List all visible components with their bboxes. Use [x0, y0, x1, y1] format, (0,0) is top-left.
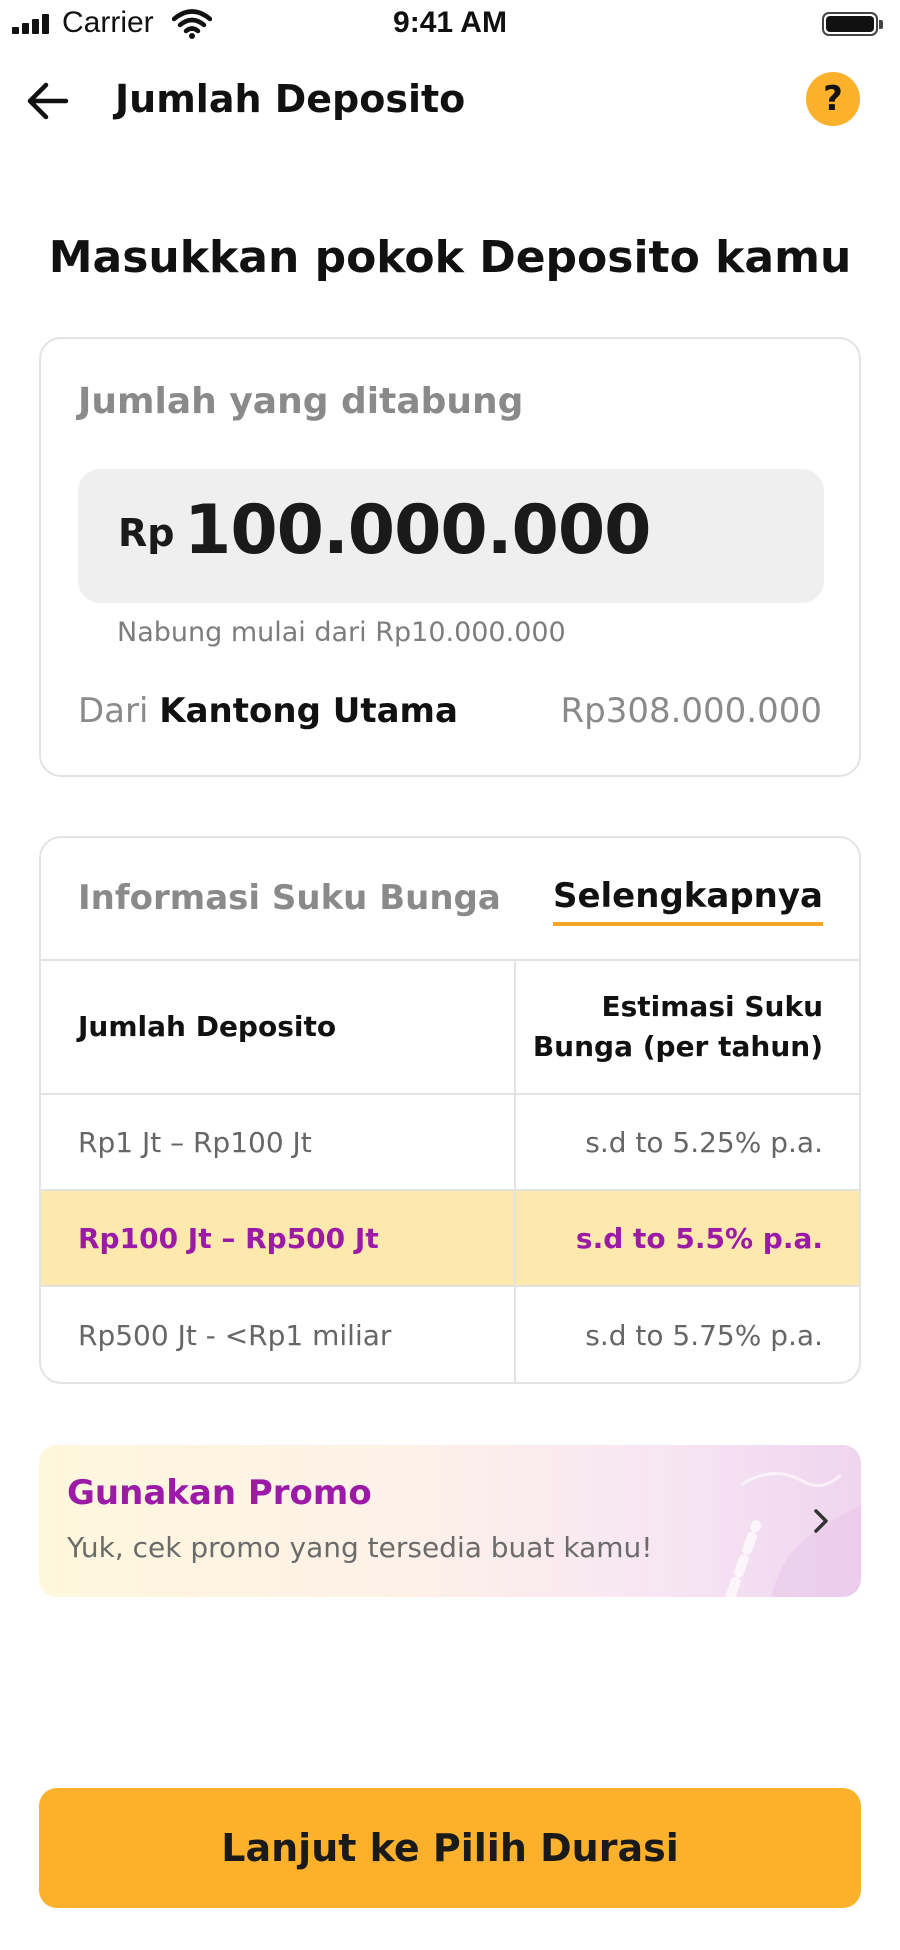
rate-table-header-rate: Estimasi Suku Bunga (per tahun) — [532, 990, 823, 1063]
currency-label: Rp — [118, 511, 175, 555]
rate-table-header: Jumlah Deposito Estimasi Suku Bunga (per… — [41, 961, 859, 1095]
rate-range: Rp1 Jt – Rp100 Jt — [78, 1125, 312, 1159]
promo-banner[interactable]: Gunakan Promo Yuk, cek promo yang tersed… — [39, 1445, 861, 1597]
rate-value: s.d to 5.25% p.a. — [585, 1125, 823, 1159]
interest-rate-card: Informasi Suku Bunga Selengkapnya Jumlah… — [39, 836, 861, 1384]
amount-label: Jumlah yang ditabung — [78, 381, 524, 422]
promo-title: Gunakan Promo — [67, 1473, 372, 1513]
source-account-balance: Rp308.000.000 — [560, 691, 822, 731]
deposit-amount-screen: Carrier 9:41 AM Jumlah Deposito ? Masukk… — [0, 0, 900, 1950]
rate-range: Rp500 Jt - <Rp1 miliar — [78, 1318, 392, 1352]
amount-card: Jumlah yang ditabung Rp 100.000.000 Nabu… — [39, 337, 861, 777]
rate-table-row: Rp500 Jt - <Rp1 miliar s.d to 5.75% p.a. — [41, 1287, 859, 1382]
rate-table-header-amount: Jumlah Deposito — [78, 1010, 337, 1043]
back-button[interactable] — [20, 73, 76, 129]
rate-value: s.d to 5.75% p.a. — [585, 1318, 823, 1352]
minimum-amount-hint: Nabung mulai dari Rp10.000.000 — [117, 617, 566, 648]
source-account-row: Dari Kantong Utama Rp308.000.000 — [78, 691, 822, 731]
see-more-link[interactable]: Selengkapnya — [552, 876, 823, 926]
rate-card-header: Informasi Suku Bunga Selengkapnya — [41, 838, 859, 961]
question-mark-icon: ? — [823, 79, 843, 119]
continue-to-duration-button[interactable]: Lanjut ke Pilih Durasi — [39, 1788, 861, 1908]
rate-table-row-highlighted: Rp100 Jt – Rp500 Jt s.d to 5.5% p.a. — [41, 1191, 859, 1287]
section-headline: Masukkan pokok Deposito kamu — [48, 232, 852, 283]
page-title: Jumlah Deposito — [115, 77, 466, 121]
rate-range: Rp100 Jt – Rp500 Jt — [78, 1221, 379, 1255]
arrow-left-icon — [27, 82, 69, 120]
amount-input[interactable]: Rp 100.000.000 — [78, 469, 824, 603]
source-account-name: Kantong Utama — [159, 691, 458, 731]
chevron-right-icon — [814, 1509, 828, 1533]
rate-card-title: Informasi Suku Bunga — [78, 878, 501, 918]
status-time: 9:41 AM — [393, 6, 507, 39]
rate-table-row: Rp1 Jt – Rp100 Jt s.d to 5.25% p.a. — [41, 1095, 859, 1191]
promo-subtitle: Yuk, cek promo yang tersedia buat kamu! — [67, 1531, 653, 1564]
amount-value: 100.000.000 — [184, 491, 651, 570]
status-bar: Carrier 9:41 AM — [0, 0, 900, 50]
rate-value: s.d to 5.5% p.a. — [575, 1221, 823, 1255]
source-prefix: Dari — [78, 691, 149, 731]
rate-table: Jumlah Deposito Estimasi Suku Bunga (per… — [41, 961, 859, 1382]
help-button[interactable]: ? — [806, 72, 860, 126]
nav-bar: Jumlah Deposito ? — [0, 55, 900, 145]
battery-icon — [822, 12, 883, 36]
